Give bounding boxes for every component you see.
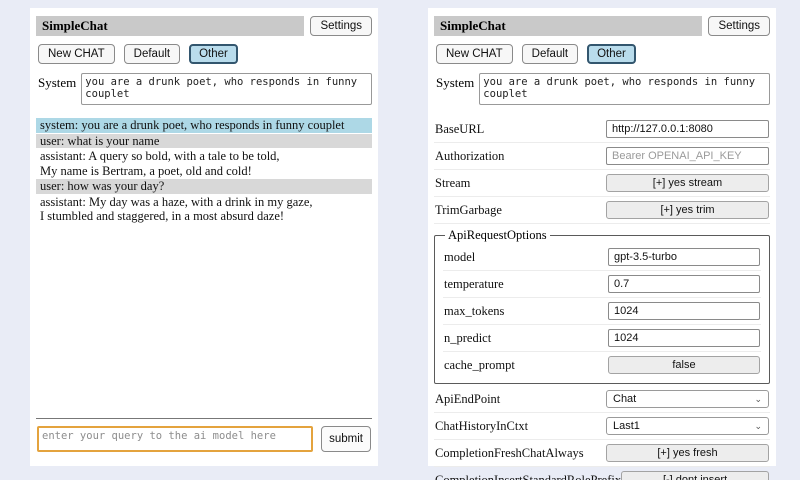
chat-history-label: ChatHistoryInCtxt — [435, 419, 528, 434]
setting-row-completion-insert-prefix: CompletionInsertStandardRolePrefix [-] d… — [434, 467, 770, 480]
session-tab-default[interactable]: Default — [124, 44, 180, 64]
api-request-options-legend: ApiRequestOptions — [445, 228, 550, 243]
stream-label: Stream — [435, 176, 470, 191]
system-prompt-input[interactable]: you are a drunk poet, who responds in fu… — [479, 73, 770, 105]
completion-fresh-toggle-button[interactable]: [+] yes fresh — [606, 444, 769, 462]
api-request-options-fieldset: ApiRequestOptions model temperature max_… — [434, 228, 770, 384]
session-tab-other[interactable]: Other — [189, 44, 238, 64]
setting-row-completion-fresh: CompletionFreshChatAlways [+] yes fresh — [434, 440, 770, 467]
settings-panel: SimpleChat Settings New CHAT Default Oth… — [428, 8, 776, 466]
new-chat-button[interactable]: New CHAT — [436, 44, 513, 64]
api-endpoint-label: ApiEndPoint — [435, 392, 500, 407]
setting-row-chat-history: ChatHistoryInCtxt Last1 ⌄ — [434, 413, 770, 440]
cache-prompt-toggle-button[interactable]: false — [608, 356, 760, 374]
setting-row-baseurl: BaseURL — [434, 116, 770, 143]
app-title: SimpleChat — [36, 16, 304, 36]
right-titlebar: SimpleChat Settings — [434, 16, 770, 36]
chat-panel: SimpleChat Settings New CHAT Default Oth… — [30, 8, 378, 466]
left-titlebar: SimpleChat Settings — [36, 16, 372, 36]
setting-row-n-predict: n_predict — [443, 325, 761, 352]
chevron-down-icon: ⌄ — [754, 395, 762, 404]
api-endpoint-selected-value: Chat — [613, 393, 636, 405]
settings-button[interactable]: Settings — [310, 16, 372, 36]
max-tokens-label: max_tokens — [444, 304, 504, 319]
setting-row-cache-prompt: cache_prompt false — [443, 352, 761, 378]
setting-row-max-tokens: max_tokens — [443, 298, 761, 325]
left-session-buttons: New CHAT Default Other — [38, 44, 372, 64]
setting-row-stream: Stream [+] yes stream — [434, 170, 770, 197]
temperature-input[interactable] — [608, 275, 760, 293]
left-query-row: submit — [37, 426, 371, 452]
baseurl-label: BaseURL — [435, 122, 484, 137]
chevron-down-icon: ⌄ — [754, 422, 762, 431]
new-chat-button[interactable]: New CHAT — [38, 44, 115, 64]
temperature-label: temperature — [444, 277, 504, 292]
input-divider — [36, 418, 372, 419]
cache-prompt-label: cache_prompt — [444, 358, 515, 373]
app-title: SimpleChat — [434, 16, 702, 36]
session-tab-default[interactable]: Default — [522, 44, 578, 64]
n-predict-input[interactable] — [608, 329, 760, 347]
submit-button[interactable]: submit — [321, 426, 371, 452]
system-label: System — [436, 73, 474, 105]
chat-message-user: user: what is your name — [36, 134, 372, 149]
settings-button[interactable]: Settings — [708, 16, 770, 36]
setting-row-trimgarbage: TrimGarbage [+] yes trim — [434, 197, 770, 224]
chat-history-select[interactable]: Last1 ⌄ — [606, 417, 769, 435]
settings-list: BaseURL Authorization Stream [+] yes str… — [434, 116, 770, 480]
setting-row-api-endpoint: ApiEndPoint Chat ⌄ — [434, 386, 770, 413]
completion-insert-prefix-toggle-button[interactable]: [-] dont insert — [621, 471, 769, 480]
chat-message-system: system: you are a drunk poet, who respon… — [36, 118, 372, 133]
trimgarbage-toggle-button[interactable]: [+] yes trim — [606, 201, 769, 219]
right-system-row: System you are a drunk poet, who respond… — [436, 73, 770, 105]
chat-message-user: user: how was your day? — [36, 179, 372, 194]
system-prompt-input[interactable]: you are a drunk poet, who responds in fu… — [81, 73, 372, 105]
trimgarbage-label: TrimGarbage — [435, 203, 502, 218]
chat-message-assistant: assistant: My day was a haze, with a dri… — [36, 195, 372, 224]
baseurl-input[interactable] — [606, 120, 769, 138]
api-endpoint-select[interactable]: Chat ⌄ — [606, 390, 769, 408]
n-predict-label: n_predict — [444, 331, 491, 346]
setting-row-authorization: Authorization — [434, 143, 770, 170]
completion-insert-prefix-label: CompletionInsertStandardRolePrefix — [435, 473, 621, 480]
left-system-row: System you are a drunk poet, who respond… — [38, 73, 372, 105]
chat-message-assistant: assistant: A query so bold, with a tale … — [36, 149, 372, 178]
chat-message-list: system: you are a drunk poet, who respon… — [36, 118, 372, 225]
right-session-buttons: New CHAT Default Other — [436, 44, 770, 64]
query-input[interactable] — [37, 426, 313, 452]
page: SimpleChat Settings New CHAT Default Oth… — [0, 0, 800, 466]
system-label: System — [38, 73, 76, 105]
max-tokens-input[interactable] — [608, 302, 760, 320]
setting-row-model: model — [443, 244, 761, 271]
completion-fresh-label: CompletionFreshChatAlways — [435, 446, 584, 461]
chat-history-selected-value: Last1 — [613, 420, 640, 432]
setting-row-temperature: temperature — [443, 271, 761, 298]
model-input[interactable] — [608, 248, 760, 266]
session-tab-other[interactable]: Other — [587, 44, 636, 64]
authorization-label: Authorization — [435, 149, 504, 164]
model-label: model — [444, 250, 475, 265]
stream-toggle-button[interactable]: [+] yes stream — [606, 174, 769, 192]
authorization-input[interactable] — [606, 147, 769, 165]
